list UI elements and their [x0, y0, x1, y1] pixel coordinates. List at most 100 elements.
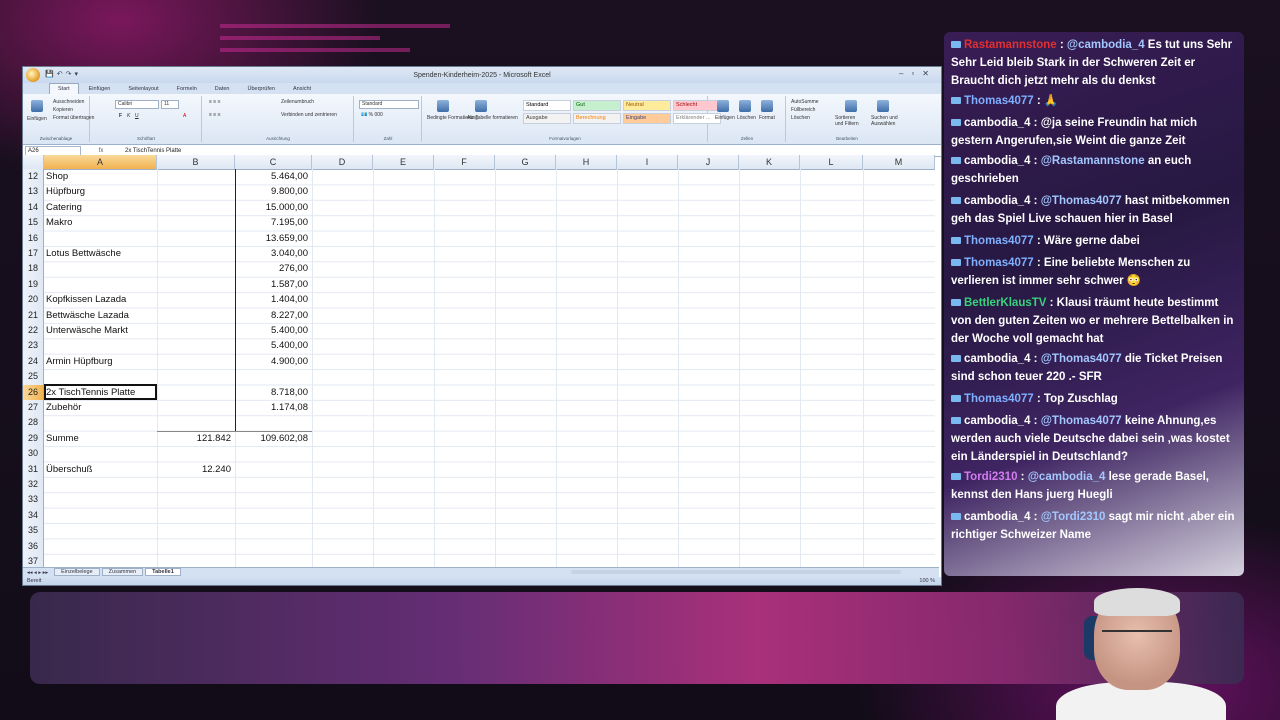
column-header-j[interactable]: J [678, 155, 739, 170]
row-header[interactable]: 24 [23, 353, 44, 371]
row-header[interactable]: 18 [23, 261, 44, 278]
chat-username[interactable]: Thomas4077 [964, 257, 1034, 269]
chat-mention[interactable]: @cambodia_4 [1067, 39, 1145, 51]
column-header-f[interactable]: F [434, 155, 495, 170]
chat-mention[interactable]: @Thomas4077 [1041, 415, 1122, 427]
row-header[interactable]: 16 [23, 230, 44, 247]
cell-style-1[interactable]: Standard [523, 100, 571, 111]
cell-c[interactable]: 1.404,00 [235, 292, 308, 307]
format-as-table-button[interactable]: Als Tabelle formatieren [467, 115, 518, 121]
merge-center-button[interactable]: Verbinden und zentrieren [281, 112, 337, 118]
cell-style-5[interactable]: Ausgabe [523, 113, 571, 124]
row-header[interactable]: 23 [23, 338, 44, 355]
align-top-icon[interactable]: ≡ ≡ ≡ [209, 99, 221, 105]
cell-b[interactable] [157, 415, 231, 430]
conditional-format-icon[interactable] [437, 100, 449, 112]
cell-c[interactable]: 4.900,00 [235, 354, 308, 369]
quick-access-toolbar[interactable]: 💾↶↷▾ [45, 70, 81, 78]
sort-filter-button[interactable]: Sortieren und Filtern [835, 115, 863, 127]
delete-cells-icon[interactable] [739, 100, 751, 112]
row-header[interactable]: 20 [23, 292, 44, 309]
cell-c[interactable] [235, 462, 308, 477]
cell-c[interactable] [235, 523, 308, 538]
column-header-l[interactable]: L [800, 155, 863, 170]
format-cells-icon[interactable] [761, 100, 773, 112]
chat-mention[interactable]: @Thomas4077 [1041, 353, 1122, 365]
cell-c[interactable]: 15.000,00 [235, 200, 308, 215]
row-header[interactable]: 12 [23, 169, 44, 186]
cell-b[interactable] [157, 261, 231, 276]
cell-c[interactable] [235, 477, 308, 492]
window-controls[interactable]: –▫✕ [899, 69, 937, 78]
cell-b[interactable] [157, 184, 231, 199]
tab-überprüfen[interactable]: Überprüfen [239, 84, 283, 94]
row-header[interactable]: 26 [23, 384, 44, 401]
cell-b[interactable] [157, 539, 231, 554]
format-cells-button[interactable]: Format [759, 115, 775, 121]
cell-b[interactable] [157, 246, 231, 261]
chat-username[interactable]: cambodia_4 [964, 511, 1030, 523]
cell-b[interactable] [157, 477, 231, 492]
cell-style-6[interactable]: Berechnung [573, 113, 621, 124]
italic-button[interactable]: K [127, 113, 130, 119]
find-select-icon[interactable] [877, 100, 889, 112]
formula-input[interactable]: 2x TischTennis Platte [121, 148, 181, 154]
cell-c[interactable]: 1.174,08 [235, 400, 308, 415]
tab-formeln[interactable]: Formeln [169, 84, 205, 94]
cell-b[interactable] [157, 215, 231, 230]
sheet-nav-icon[interactable]: ◂◂ ◂ ▸ ▸▸ [27, 570, 48, 576]
row-header[interactable]: 34 [23, 507, 44, 525]
column-header-d[interactable]: D [312, 155, 373, 170]
tab-start[interactable]: Start [49, 83, 79, 94]
row-header[interactable]: 31 [23, 461, 44, 478]
paste-icon[interactable] [31, 100, 43, 112]
cell-a[interactable]: Catering [46, 200, 82, 215]
fx-icon[interactable]: fx [81, 148, 121, 154]
font-size-select[interactable]: 11 [161, 100, 179, 109]
row-header[interactable]: 27 [23, 400, 44, 417]
cell-c[interactable]: 276,00 [235, 261, 308, 276]
insert-cells-button[interactable]: Einfügen [715, 115, 735, 121]
cell-b[interactable] [157, 292, 231, 307]
cell-c[interactable] [235, 539, 308, 554]
row-header[interactable]: 13 [23, 184, 44, 201]
wrap-text-button[interactable]: Zeilenumbruch [281, 99, 314, 105]
row-header[interactable]: 29 [23, 430, 44, 448]
cell-b[interactable] [157, 338, 231, 353]
cell-b[interactable] [157, 231, 231, 246]
tab-seitenlayout[interactable]: Seitenlayout [120, 84, 166, 94]
chat-mention[interactable]: @cambodia_4 [1028, 471, 1106, 483]
column-header-b[interactable]: B [157, 155, 235, 170]
chat-mention[interactable]: @Thomas4077 [1041, 195, 1122, 207]
column-header-e[interactable]: E [373, 155, 434, 170]
cell-style-2[interactable]: Gut [573, 100, 621, 111]
cell-a[interactable]: Zubehör [46, 400, 81, 415]
row-header[interactable]: 30 [23, 446, 44, 463]
row-header[interactable]: 35 [23, 523, 44, 540]
cell-c[interactable]: 5.464,00 [235, 169, 308, 184]
cell-b[interactable] [157, 492, 231, 507]
cell-c[interactable]: 8.227,00 [235, 308, 308, 323]
cell-b[interactable] [157, 385, 231, 400]
column-header-g[interactable]: G [495, 155, 556, 170]
column-header-k[interactable]: K [739, 155, 800, 170]
clear-button[interactable]: Löschen [791, 115, 810, 121]
font-color-icon[interactable]: A [183, 113, 186, 119]
cell-c[interactable]: 9.800,00 [235, 184, 308, 199]
cell-b[interactable] [157, 446, 231, 461]
column-header-m[interactable]: M [863, 155, 935, 170]
chat-username[interactable]: Thomas4077 [964, 95, 1034, 107]
cell-c[interactable]: 7.195,00 [235, 215, 308, 230]
chat-mention[interactable]: @Rastamannstone [1041, 155, 1145, 167]
chat-username[interactable]: Tordi2310 [964, 471, 1017, 483]
cell-a[interactable]: Armin Hüpfburg [46, 354, 113, 369]
row-header[interactable]: 32 [23, 477, 44, 494]
row-header[interactable]: 25 [23, 369, 44, 386]
paste-button[interactable]: Einfügen [27, 116, 47, 122]
format-as-table-icon[interactable] [475, 100, 487, 112]
chat-username[interactable]: Rastamannstone [964, 39, 1057, 51]
row-header[interactable]: 37 [23, 554, 44, 567]
number-format-select[interactable]: Standard [359, 100, 419, 109]
cell-c[interactable]: 1.587,00 [235, 277, 308, 292]
sheet-tab-tabelle1[interactable]: Tabelle1 [145, 568, 181, 576]
